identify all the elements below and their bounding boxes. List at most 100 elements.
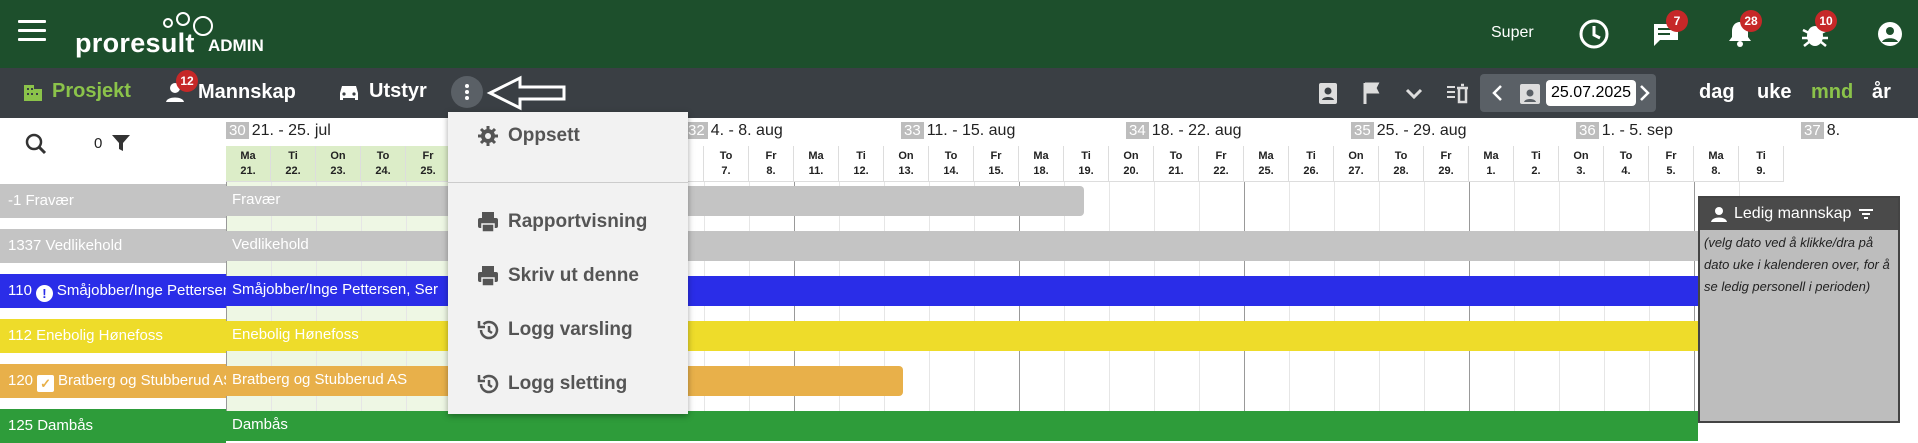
- day-header[interactable]: Ma 8.: [1694, 146, 1739, 182]
- project-row-label[interactable]: 120 ✓ Bratberg og Stubberud AS: [0, 364, 226, 398]
- day-header[interactable]: Ti 12.: [839, 146, 884, 182]
- more-options-button[interactable]: [451, 76, 483, 108]
- period-uke[interactable]: uke: [1757, 81, 1791, 104]
- day-header[interactable]: Fr 8.: [749, 146, 794, 182]
- week-header[interactable]: 30 21. - 25. jul: [226, 122, 331, 140]
- project-bar[interactable]: Enebolig Hønefoss: [226, 321, 1698, 351]
- clock-icon[interactable]: [1576, 16, 1612, 52]
- period-mnd[interactable]: mnd: [1811, 81, 1853, 104]
- day-name: Fr: [765, 150, 777, 162]
- chevron-down-icon[interactable]: [1403, 82, 1425, 104]
- week-header[interactable]: 34 18. - 22. aug: [1126, 122, 1242, 140]
- period-dag[interactable]: dag: [1699, 81, 1735, 104]
- day-name: Fr: [1440, 150, 1452, 162]
- day-header[interactable]: To 4.: [1604, 146, 1649, 182]
- project-row-label[interactable]: 110!Småjobber/Inge Pettersen, Ser: [0, 274, 226, 308]
- tab-utstyr-label: Utstyr: [369, 80, 427, 102]
- menu-item-oppsett[interactable]: Oppsett: [476, 124, 580, 148]
- calendar-person-icon[interactable]: [1518, 80, 1542, 106]
- messages-badge: 7: [1666, 10, 1688, 32]
- day-header[interactable]: Ti 26.: [1289, 146, 1334, 182]
- day-header[interactable]: To 24.: [361, 146, 406, 182]
- date-input[interactable]: [1546, 80, 1636, 106]
- day-header[interactable]: Ti 22.: [271, 146, 316, 182]
- messages-icon[interactable]: 7: [1648, 10, 1688, 52]
- period-ar[interactable]: år: [1872, 81, 1891, 104]
- week-header[interactable]: 37 8.: [1801, 122, 1840, 140]
- search-icon[interactable]: [24, 132, 48, 156]
- week-header[interactable]: 35 25. - 29. aug: [1351, 122, 1467, 140]
- menu-item-logg-sletting[interactable]: Logg sletting: [476, 372, 627, 396]
- menu-item-skriv-ut[interactable]: Skriv ut denne: [476, 264, 639, 288]
- day-number: 21.: [1168, 165, 1184, 177]
- week-header[interactable]: 36 1. - 5. sep: [1576, 122, 1673, 140]
- day-header[interactable]: To 28.: [1379, 146, 1424, 182]
- day-header[interactable]: On 23.: [316, 146, 361, 182]
- day-header[interactable]: Fr 5.: [1649, 146, 1694, 182]
- day-header[interactable]: Ma 21.: [226, 146, 271, 182]
- day-header[interactable]: Fr 29.: [1424, 146, 1469, 182]
- user-name[interactable]: Super: [1491, 24, 1534, 42]
- notifications-bell-icon[interactable]: 28: [1722, 10, 1762, 52]
- tab-mannskap[interactable]: 12 Mannskap: [164, 70, 296, 104]
- day-number: 5.: [1666, 165, 1676, 177]
- account-icon[interactable]: [1872, 16, 1908, 52]
- day-number: 27.: [1348, 165, 1364, 177]
- day-header[interactable]: Ti 19.: [1064, 146, 1109, 182]
- day-header[interactable]: Ma 18.: [1019, 146, 1064, 182]
- tab-prosjekt[interactable]: Prosjekt: [22, 80, 131, 103]
- day-name: On: [1348, 150, 1364, 162]
- tab-utstyr[interactable]: Utstyr: [337, 80, 427, 103]
- project-bar[interactable]: Dambås: [226, 411, 1698, 441]
- day-name: To: [719, 150, 733, 162]
- day-header[interactable]: On 20.: [1109, 146, 1154, 182]
- week-number: 32: [685, 122, 708, 139]
- day-header[interactable]: Fr 22.: [1199, 146, 1244, 182]
- chevron-left-icon[interactable]: [1490, 84, 1504, 102]
- day-number: 29.: [1438, 165, 1454, 177]
- flag-icon[interactable]: [1360, 80, 1384, 106]
- day-name: Ma: [1483, 150, 1499, 162]
- project-row-label[interactable]: 1337 Vedlikehold: [0, 229, 226, 263]
- project-bar[interactable]: Vedlikehold: [226, 231, 1698, 261]
- day-header[interactable]: Ti 9.: [1739, 146, 1784, 182]
- day-header[interactable]: To 7.: [704, 146, 749, 182]
- day-header[interactable]: Ma 25.: [1244, 146, 1289, 182]
- hamburger-menu-icon[interactable]: [18, 20, 46, 44]
- week-header[interactable]: 33 11. - 15. aug: [901, 122, 1015, 140]
- day-header[interactable]: On 27.: [1334, 146, 1379, 182]
- filter-icon[interactable]: [110, 132, 132, 154]
- brand-name: proresult: [75, 28, 195, 58]
- menu-item-logg-varsling[interactable]: Logg varsling: [476, 318, 633, 342]
- bug-icon[interactable]: 10: [1797, 10, 1837, 52]
- day-name: Ma: [240, 150, 256, 162]
- day-header[interactable]: Ti 2.: [1514, 146, 1559, 182]
- day-header[interactable]: On 3.: [1559, 146, 1604, 182]
- day-header[interactable]: Fr 15.: [974, 146, 1019, 182]
- week-label: 1. - 5. sep: [1601, 122, 1673, 139]
- day-header[interactable]: Ma 11.: [794, 146, 839, 182]
- week-header[interactable]: 32 4. - 8. aug: [685, 122, 783, 140]
- day-header[interactable]: To 21.: [1154, 146, 1199, 182]
- day-header[interactable]: Ma 1.: [1469, 146, 1514, 182]
- project-row-label[interactable]: -1 Fravær: [0, 184, 226, 218]
- project-row-label[interactable]: 125 Dambås: [0, 409, 226, 443]
- day-header[interactable]: On 13.: [884, 146, 929, 182]
- chevron-right-icon[interactable]: [1638, 84, 1652, 102]
- date-picker: [1480, 74, 1656, 112]
- sort-filter-icon[interactable]: [1857, 205, 1875, 223]
- contact-card-icon[interactable]: [1316, 80, 1340, 106]
- day-number: 21.: [240, 165, 256, 177]
- day-header[interactable]: Fr 25.: [406, 146, 451, 182]
- day-header[interactable]: To 14.: [929, 146, 974, 182]
- project-bar[interactable]: Småjobber/Inge Pettersen, Ser: [226, 276, 1698, 306]
- day-number: 23.: [330, 165, 346, 177]
- available-crew-header[interactable]: Ledig mannskap: [1700, 198, 1898, 230]
- project-label-text: Småjobber/Inge Pettersen, Ser: [56, 282, 226, 299]
- bulk-delete-icon[interactable]: [1444, 80, 1470, 106]
- day-number: 28.: [1393, 165, 1409, 177]
- week-label: 18. - 22. aug: [1151, 122, 1242, 139]
- menu-item-rapportvisning[interactable]: Rapportvisning: [476, 210, 647, 234]
- project-row-label[interactable]: 112 Enebolig Hønefoss: [0, 319, 226, 353]
- project-label-text: Bratberg og Stubberud AS: [58, 372, 226, 389]
